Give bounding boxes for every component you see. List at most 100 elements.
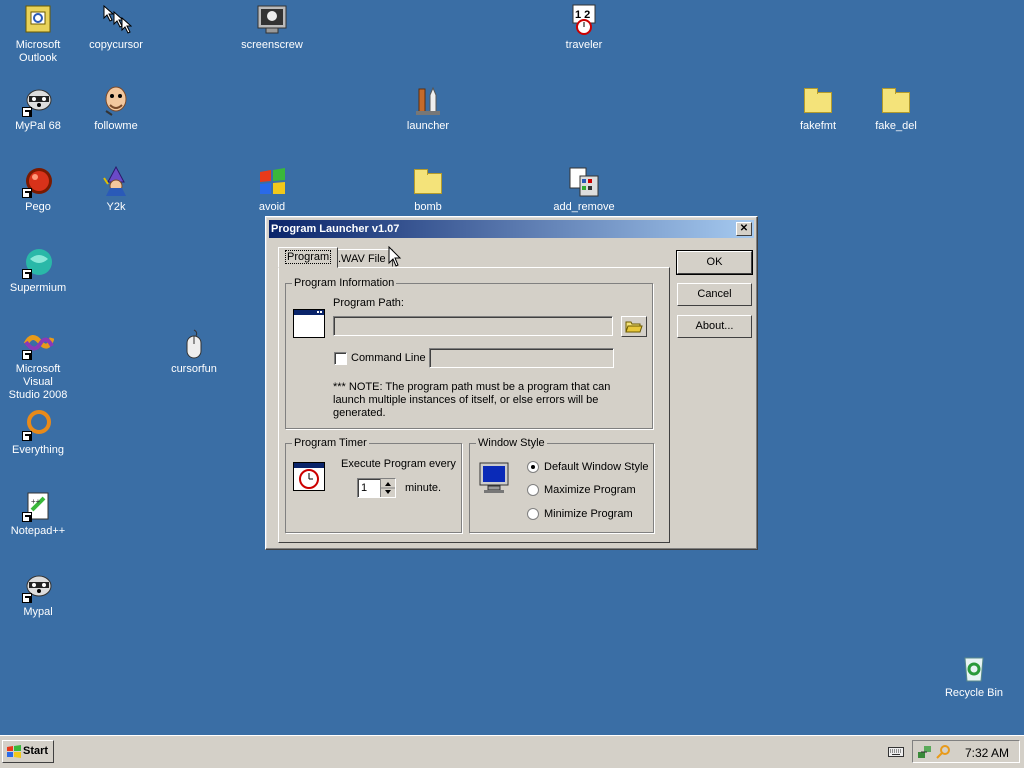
desktop-icon-label: launcher	[406, 120, 450, 132]
shortcut-arrow-icon	[22, 107, 32, 117]
control-panel-icon	[568, 166, 600, 198]
desktop-icon-microsoft-outlook[interactable]: Microsoft Outlook	[0, 4, 76, 65]
desktop-icon-mypal[interactable]: Mypal	[0, 571, 76, 619]
desktop-icon-bomb[interactable]: bomb	[390, 166, 466, 214]
start-label: Start	[23, 745, 49, 757]
maximize-program-label[interactable]: Maximize Program	[544, 484, 636, 497]
desktop-icon-fake-del[interactable]: fake_del	[858, 85, 934, 133]
about-button[interactable]: About...	[677, 315, 752, 338]
radio-default-window-style[interactable]	[527, 461, 539, 473]
desktop-icon-label: Outlook	[19, 52, 57, 64]
interval-value: 1	[361, 482, 368, 494]
tab-program[interactable]: Program	[278, 247, 339, 268]
desktop-icon-traveler[interactable]: 1 2 traveler	[546, 4, 622, 52]
close-button[interactable]: ✕	[736, 222, 752, 236]
desktop-icon-label: add_remove	[553, 201, 615, 213]
tab-wav-file[interactable]: .WAV File	[331, 249, 393, 267]
cursor-arrows-icon	[100, 4, 133, 36]
network-icon[interactable]	[917, 744, 933, 763]
desktop-icon-label: Supermium	[9, 282, 67, 294]
program-information-group: Program Information Program Path: Comman…	[285, 276, 653, 429]
window-style-group: Window Style Default Window Style Maximi…	[469, 436, 654, 533]
desktop-icon-notepad-plus-plus[interactable]: ++ Notepad++	[0, 490, 76, 538]
desktop-icon-label: MyPal 68	[15, 120, 61, 132]
minimize-program-label[interactable]: Minimize Program	[544, 508, 633, 521]
desktop-icon-label: Recycle Bin	[944, 687, 1004, 699]
recycle-bin-icon	[958, 652, 990, 684]
desktop-icon-cursorfun[interactable]: cursorfun	[156, 328, 232, 376]
command-line-label[interactable]: Command Line	[351, 352, 426, 365]
mouse-pointer-icon	[388, 245, 402, 271]
desktop-icon-y2k[interactable]: Y2k	[78, 165, 154, 214]
visual-studio-icon	[22, 328, 55, 360]
red-ball-icon	[22, 166, 54, 198]
desktop-icon-fakefmt[interactable]: fakefmt	[780, 85, 856, 133]
spinner-buttons[interactable]	[380, 479, 395, 497]
interval-spinner-input[interactable]: 1	[357, 478, 396, 498]
command-line-checkbox[interactable]	[334, 352, 347, 365]
default-window-style-label[interactable]: Default Window Style	[544, 461, 649, 474]
desktop-icon-label: fake_del	[875, 120, 917, 132]
start-button[interactable]: Start	[2, 740, 54, 763]
monitor-skull-icon	[256, 4, 288, 36]
raccoon-icon	[22, 571, 54, 603]
calendar-clock-icon: 1 2	[568, 4, 600, 36]
clock[interactable]: 7:32 AM	[965, 746, 1009, 760]
command-line-input[interactable]	[429, 348, 614, 368]
desktop-icon-label: screenscrew	[241, 39, 303, 51]
desktop-icon-launcher[interactable]: launcher	[390, 85, 466, 133]
dialog-title: Program Launcher v1.07	[271, 223, 400, 235]
desktop-icon-supermium[interactable]: Supermium	[0, 247, 76, 295]
system-tray: 7:32 AM	[912, 740, 1020, 763]
about-label: About...	[695, 320, 734, 332]
keyboard-icon[interactable]	[888, 746, 904, 761]
desktop-icon-label: Mypal	[23, 606, 53, 618]
dialog-titlebar[interactable]: Program Launcher v1.07 ✕	[269, 220, 754, 238]
desktop-icon-label: Pego	[25, 201, 51, 213]
desktop-icon-label: Notepad++	[10, 525, 66, 537]
desktop-icon-label: copycursor	[89, 39, 143, 51]
program-timer-group: Program Timer Execute Program every 1 mi…	[285, 436, 462, 533]
wizard-icon	[100, 165, 132, 198]
desktop-icon-visual-studio-2008[interactable]: Microsoft Visual Studio 2008	[0, 328, 76, 402]
desktop-icon-screenscrew[interactable]: screenscrew	[234, 4, 310, 52]
desktop-icon-copycursor[interactable]: copycursor	[78, 4, 154, 52]
shortcut-arrow-icon	[22, 269, 32, 279]
mouse-icon	[178, 328, 210, 360]
desktop-icon-label: followme	[94, 120, 138, 132]
desktop-icon-label: Microsoft Visual	[15, 363, 61, 388]
desktop-icon-avoid[interactable]: avoid	[234, 166, 310, 214]
desktop-icon-recycle-bin[interactable]: Recycle Bin	[936, 652, 1012, 700]
desktop-icon-add-remove[interactable]: add_remove	[546, 166, 622, 214]
svg-text:++: ++	[31, 497, 41, 506]
cancel-label: Cancel	[697, 288, 732, 300]
search-icon[interactable]	[935, 744, 951, 763]
desktop-icon-label: bomb	[414, 201, 442, 213]
search-ring-icon	[22, 409, 54, 441]
ok-button[interactable]: OK	[676, 250, 753, 275]
outlook-icon	[22, 4, 54, 36]
browse-button[interactable]	[621, 316, 647, 337]
radio-minimize-program[interactable]	[527, 508, 539, 520]
tab-label: .WAV File	[338, 253, 386, 265]
raccoon-icon	[22, 85, 54, 117]
desktop-icon-mypal-68[interactable]: MyPal 68	[0, 85, 76, 133]
radio-maximize-program[interactable]	[527, 484, 539, 496]
group-title: Program Information	[292, 276, 397, 290]
spin-up-down-icon	[381, 482, 395, 494]
desktop-icon-label: traveler	[565, 39, 603, 51]
program-launcher-dialog: Program Launcher v1.07 ✕ Program .WAV Fi…	[265, 216, 758, 550]
desktop-icon-followme[interactable]: followme	[78, 85, 154, 133]
shortcut-arrow-icon	[22, 431, 32, 441]
desktop-icon-label: cursorfun	[171, 363, 217, 375]
desktop-icon-pego[interactable]: Pego	[0, 166, 76, 214]
program-path-input[interactable]	[333, 316, 613, 336]
desktop-icon-label: fakefmt	[799, 120, 837, 132]
shortcut-arrow-icon	[22, 512, 32, 522]
close-icon: ✕	[739, 223, 749, 234]
timer-clock-icon	[293, 462, 325, 495]
cancel-button[interactable]: Cancel	[677, 283, 752, 306]
desktop-icon-everything[interactable]: Everything	[0, 409, 76, 457]
desktop-icon-label: Y2k	[106, 201, 126, 213]
taskbar: Start 7:32 AM	[0, 735, 1024, 768]
